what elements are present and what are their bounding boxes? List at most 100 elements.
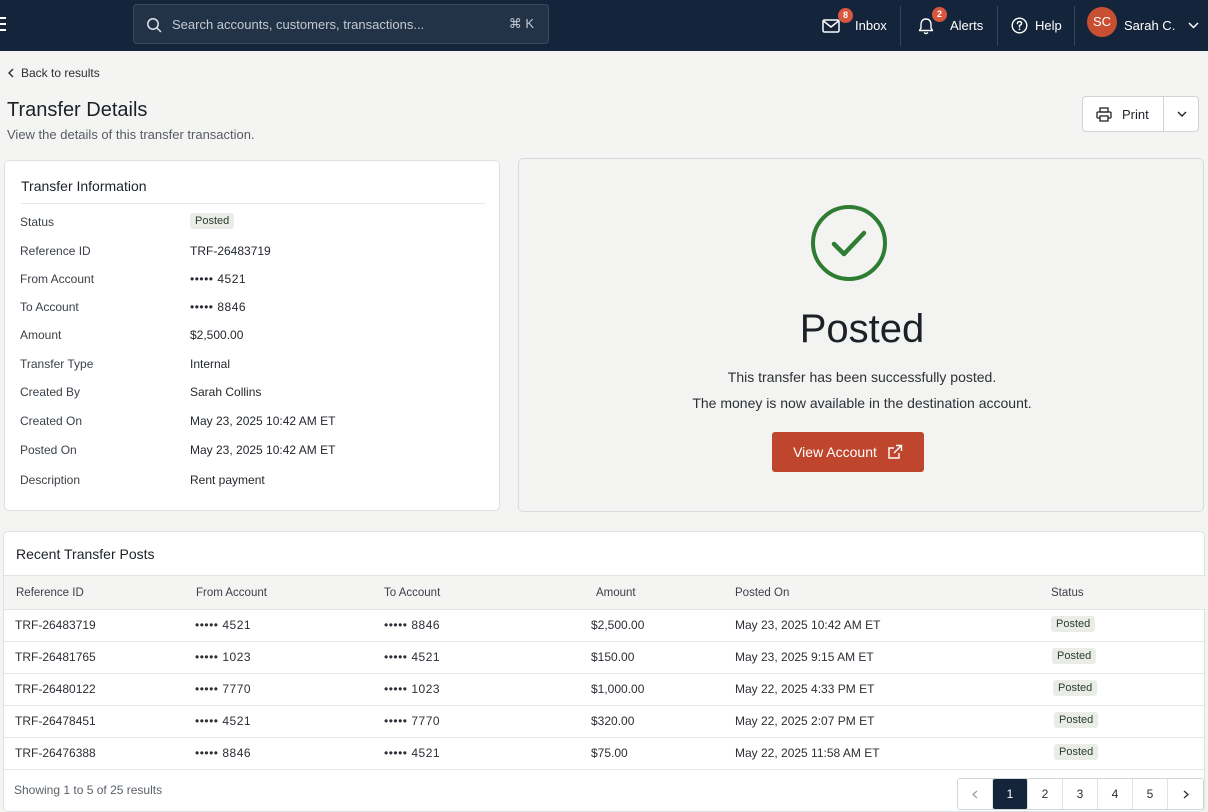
bell-icon [918, 17, 934, 34]
cell-reference-id[interactable]: TRF-26480122 [15, 682, 96, 696]
divider [1074, 6, 1075, 46]
alerts-button[interactable]: 2 Alerts [918, 0, 983, 51]
cell-posted-on: May 22, 2025 2:07 PM ET [735, 714, 875, 728]
cell-posted-on: May 23, 2025 10:42 AM ET [735, 618, 881, 632]
card-title: Recent Transfer Posts [16, 546, 155, 562]
info-label: Status [20, 215, 55, 229]
search-input[interactable]: Search accounts, customers, transactions… [133, 4, 549, 44]
status-badge: Posted [1054, 712, 1099, 728]
view-account-label: View Account [793, 444, 877, 460]
column-header-posted-on[interactable]: Posted On [735, 587, 789, 599]
back-link[interactable]: Back to results [8, 66, 100, 80]
table-row[interactable]: TRF-26481765 ••••• 1023 ••••• 4521 $150.… [4, 642, 1206, 674]
info-value: Sarah Collins [190, 385, 262, 399]
info-value: TRF-26483719 [190, 244, 271, 258]
column-header-reference-id[interactable]: Reference ID [16, 587, 84, 599]
view-account-button[interactable]: View Account [772, 432, 924, 472]
chevron-down-icon [1188, 22, 1199, 29]
cell-amount: $2,500.00 [591, 618, 645, 632]
cell-to-account: ••••• 4521 [384, 650, 441, 664]
recent-transfer-posts-card: Recent Transfer Posts Reference ID From … [3, 531, 1206, 812]
help-label: Help [1035, 18, 1062, 33]
search-placeholder: Search accounts, customers, transactions… [172, 17, 425, 32]
info-label: Created By [20, 385, 81, 399]
page-button-2[interactable]: 2 [1028, 779, 1063, 809]
cell-from-account: ••••• 8846 [195, 746, 252, 760]
inbox-label: Inbox [855, 18, 887, 33]
info-value: ••••• 4521 [190, 272, 247, 286]
print-button-group: Print [1082, 96, 1199, 132]
cell-amount: $1,000.00 [591, 682, 645, 696]
column-header-from-account[interactable]: From Account [196, 587, 267, 599]
info-label: From Account [20, 272, 95, 286]
cell-to-account: ••••• 7770 [384, 714, 441, 728]
back-label: Back to results [21, 66, 100, 80]
printer-icon [1096, 106, 1112, 122]
info-value: $2,500.00 [190, 328, 244, 342]
info-value: May 23, 2025 10:42 AM ET [190, 414, 336, 428]
page-button-5[interactable]: 5 [1133, 779, 1168, 809]
info-label: Description [20, 473, 81, 487]
user-menu[interactable]: Sarah C. [1124, 0, 1199, 51]
alerts-label: Alerts [950, 18, 984, 33]
cell-from-account: ••••• 7770 [195, 682, 252, 696]
column-header-status[interactable]: Status [1051, 587, 1084, 599]
status-badge: Posted [1051, 616, 1096, 632]
transfer-information-card: Transfer Information Status Posted Refer… [4, 160, 500, 511]
info-label: To Account [20, 300, 79, 314]
top-navigation-bar: Search accounts, customers, transactions… [0, 0, 1208, 51]
page-subtitle: View the details of this transfer transa… [7, 127, 255, 142]
divider [900, 6, 901, 46]
info-label: Transfer Type [20, 357, 94, 371]
search-shortcut: ⌘ K [508, 16, 534, 31]
status-badge: Posted [190, 213, 235, 229]
cell-reference-id[interactable]: TRF-26478451 [15, 714, 96, 728]
print-options-button[interactable] [1164, 97, 1199, 131]
page-button-4[interactable]: 4 [1098, 779, 1133, 809]
chevron-left-icon [972, 790, 978, 798]
results-summary: Showing 1 to 5 of 25 results [14, 783, 163, 797]
pagination: 1 2 3 4 5 [957, 778, 1204, 810]
page-button-1[interactable]: 1 [993, 779, 1028, 809]
print-button[interactable]: Print [1083, 97, 1163, 131]
divider [21, 203, 485, 204]
chevron-right-icon [1183, 790, 1189, 798]
transfer-status-panel: Posted This transfer has been successful… [518, 158, 1204, 512]
page-button-3[interactable]: 3 [1063, 779, 1098, 809]
help-button[interactable]: Help [1011, 0, 1062, 51]
print-label: Print [1122, 106, 1149, 122]
info-value: ••••• 8846 [190, 300, 247, 314]
cell-to-account: ••••• 8846 [384, 618, 441, 632]
info-value: Internal [190, 357, 231, 371]
menu-icon[interactable] [0, 17, 6, 31]
info-label: Created On [20, 414, 83, 428]
table-row[interactable]: TRF-26483719 ••••• 4521 ••••• 8846 $2,50… [4, 610, 1206, 642]
status-heading: Posted [799, 307, 925, 351]
cell-posted-on: May 22, 2025 11:58 AM ET [735, 746, 880, 760]
cell-from-account: ••••• 4521 [195, 714, 252, 728]
inbox-button[interactable]: 8 Inbox [822, 0, 887, 51]
status-message-detail: The money is now available in the destin… [692, 395, 1032, 411]
status-badge: Posted [1053, 680, 1098, 696]
cell-posted-on: May 22, 2025 4:33 PM ET [735, 682, 875, 696]
external-link-icon [888, 444, 903, 459]
info-label: Reference ID [20, 244, 91, 258]
table-row[interactable]: TRF-26480122 ••••• 7770 ••••• 1023 $1,00… [4, 674, 1206, 706]
user-name: Sarah C. [1124, 18, 1176, 33]
cell-to-account: ••••• 4521 [384, 746, 441, 760]
chevron-left-icon [8, 68, 14, 78]
previous-page-button[interactable] [958, 779, 993, 809]
cell-reference-id[interactable]: TRF-26481765 [15, 650, 96, 664]
table-row[interactable]: TRF-26476388 ••••• 8846 ••••• 4521 $75.0… [4, 738, 1206, 770]
status-message: This transfer has been successfully post… [727, 369, 997, 385]
avatar[interactable]: SC [1087, 7, 1117, 37]
cell-reference-id[interactable]: TRF-26483719 [15, 618, 96, 632]
cell-from-account: ••••• 4521 [195, 618, 252, 632]
column-header-amount[interactable]: Amount [596, 587, 636, 599]
table-row[interactable]: TRF-26478451 ••••• 4521 ••••• 7770 $320.… [4, 706, 1206, 738]
next-page-button[interactable] [1168, 779, 1203, 809]
page-title: Transfer Details [7, 99, 148, 121]
cell-reference-id[interactable]: TRF-26476388 [15, 746, 96, 760]
column-header-to-account[interactable]: To Account [384, 587, 440, 599]
table-header: Reference ID From Account To Account Amo… [4, 575, 1206, 610]
